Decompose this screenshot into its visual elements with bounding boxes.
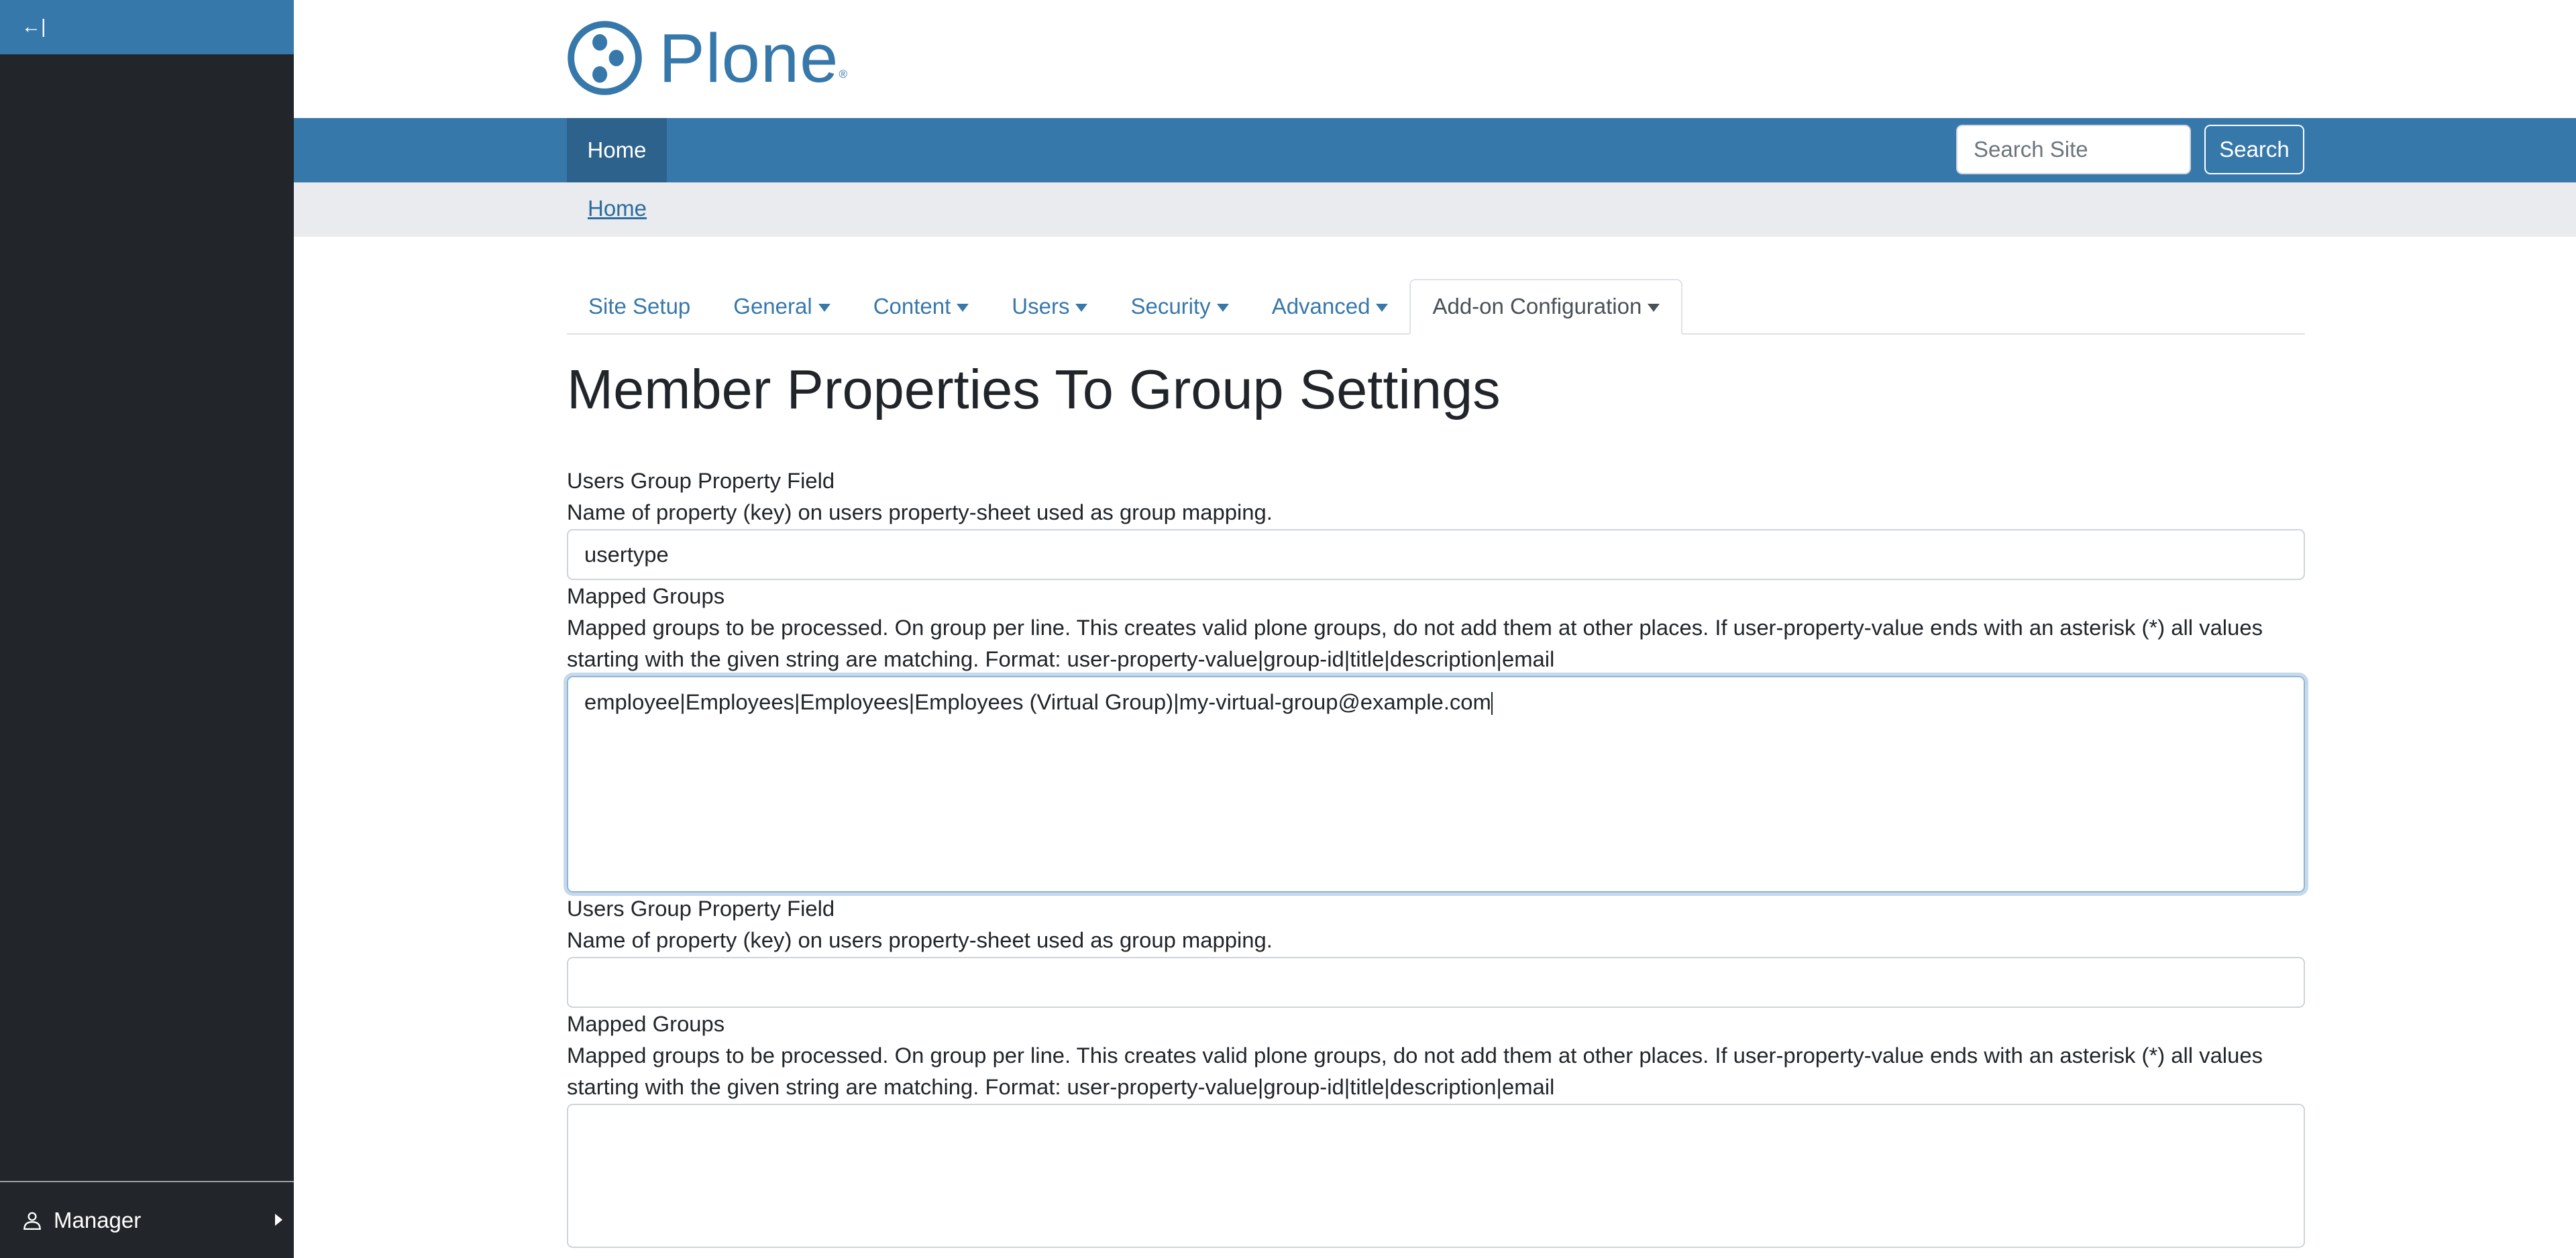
control-panel-tabs: Site Setup General Content Users Securit…	[567, 279, 2305, 335]
dropdown-icon	[818, 304, 830, 312]
toolbar-sidebar: ←| Manager	[0, 0, 294, 1258]
dropdown-icon	[1648, 304, 1660, 312]
dropdown-icon	[1216, 304, 1229, 312]
text-cursor	[1491, 692, 1493, 716]
user-icon	[23, 1212, 41, 1230]
main-navigation: Home Search Site Search	[294, 118, 2576, 182]
tab-advanced[interactable]: Advanced	[1250, 279, 1410, 333]
property-field-label: Users Group Property Field	[567, 468, 835, 493]
dropdown-icon	[1075, 304, 1088, 312]
settings-form: Users Group Property Field Name of prope…	[567, 465, 2305, 1248]
collapse-toolbar-button[interactable]: ←|	[0, 0, 294, 54]
plone-logo-icon	[568, 21, 642, 95]
property-field-description: Name of property (key) on users property…	[567, 927, 1273, 952]
search-input[interactable]: Search Site	[1956, 125, 2191, 174]
property-field-input[interactable]	[567, 957, 2305, 1008]
property-field-description: Name of property (key) on users property…	[567, 500, 1273, 524]
nav-home[interactable]: Home	[567, 118, 667, 182]
property-field-label: Users Group Property Field	[567, 896, 835, 921]
tab-general[interactable]: General	[712, 279, 851, 333]
tab-site-setup[interactable]: Site Setup	[567, 279, 712, 333]
caret-right-icon	[275, 1214, 282, 1226]
mapped-groups-description: Mapped groups to be processed. On group …	[567, 1043, 2263, 1099]
breadcrumb-home[interactable]: Home	[588, 196, 647, 221]
property-field-input[interactable]: usertype	[567, 529, 2305, 580]
search-button[interactable]: Search	[2204, 125, 2304, 174]
plone-logo[interactable]: Plone®	[567, 20, 848, 96]
tab-security[interactable]: Security	[1109, 279, 1250, 333]
tab-addon-configuration[interactable]: Add-on Configuration	[1409, 279, 1683, 335]
divider	[0, 1181, 294, 1182]
mapped-groups-label: Mapped Groups	[567, 1011, 725, 1036]
mapped-groups-description: Mapped groups to be processed. On group …	[567, 615, 2263, 671]
mapped-groups-label: Mapped Groups	[567, 583, 725, 608]
breadcrumb: Home	[294, 182, 2576, 237]
logo-text: Plone®	[659, 19, 848, 97]
page-title: Member Properties To Group Settings	[567, 358, 1501, 420]
tab-users[interactable]: Users	[990, 279, 1109, 333]
user-name: Manager	[54, 1208, 142, 1233]
mapped-groups-textarea[interactable]: employee|Employees|Employees|Employees (…	[567, 676, 2305, 893]
dropdown-icon	[1376, 304, 1389, 312]
dropdown-icon	[957, 304, 969, 312]
user-menu[interactable]: Manager	[0, 1199, 294, 1242]
mapped-groups-textarea[interactable]	[567, 1104, 2305, 1248]
tab-content[interactable]: Content	[852, 279, 991, 333]
